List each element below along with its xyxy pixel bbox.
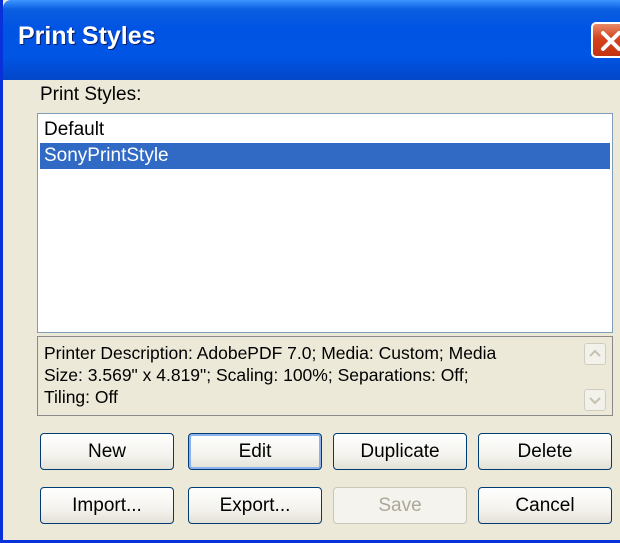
scroll-up-button[interactable] — [584, 343, 606, 365]
description-line-1: Printer Description: AdobePDF 7.0; Media… — [44, 343, 497, 363]
description-line-3: Tiling: Off — [44, 387, 118, 407]
export-button[interactable]: Export... — [188, 487, 322, 524]
cancel-button[interactable]: Cancel — [478, 487, 612, 524]
chevron-down-icon — [589, 397, 601, 405]
scroll-down-button[interactable] — [584, 389, 606, 411]
close-icon — [601, 31, 620, 51]
duplicate-button[interactable]: Duplicate — [333, 433, 467, 470]
delete-button[interactable]: Delete — [478, 433, 612, 470]
list-item-default[interactable]: Default — [40, 117, 610, 143]
style-description: Printer Description: AdobePDF 7.0; Media… — [44, 342, 564, 408]
new-button[interactable]: New — [40, 433, 174, 470]
list-item-sonyprintstyle[interactable]: SonyPrintStyle — [40, 143, 610, 169]
title-bar[interactable]: Print Styles — [3, 0, 620, 80]
save-button: Save — [333, 487, 467, 524]
description-line-2: Size: 3.569" x 4.819"; Scaling: 100%; Se… — [44, 365, 469, 385]
import-button[interactable]: Import... — [40, 487, 174, 524]
print-styles-list[interactable]: Default SonyPrintStyle — [37, 113, 613, 333]
close-button[interactable] — [591, 22, 620, 58]
print-styles-dialog: Print Styles Print Styles: Default SonyP… — [0, 0, 620, 543]
window-title: Print Styles — [18, 22, 156, 50]
style-description-box: Printer Description: AdobePDF 7.0; Media… — [37, 336, 613, 416]
chevron-up-icon — [589, 349, 601, 357]
print-styles-label: Print Styles: — [40, 84, 142, 105]
edit-button[interactable]: Edit — [188, 433, 322, 470]
